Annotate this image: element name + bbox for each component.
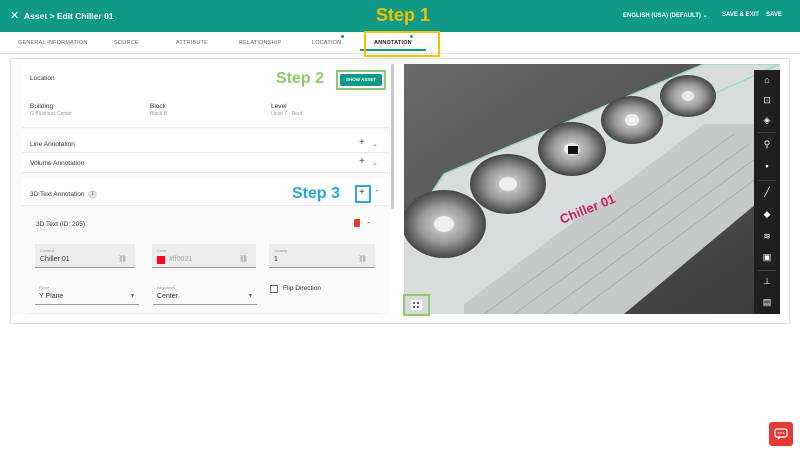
- color-field[interactable]: Color #ff0021 ⛓: [152, 244, 256, 268]
- chat-button[interactable]: [769, 422, 793, 446]
- properties-icon[interactable]: ▤: [761, 296, 773, 308]
- text3d-annotation-label: 3D Text Annotation: [30, 191, 85, 198]
- chevron-down-icon[interactable]: ⌄: [372, 140, 378, 148]
- location-card: [22, 64, 389, 128]
- dropdown-arrow-icon: ▼: [130, 293, 135, 299]
- chevron-down-icon[interactable]: ⌄: [372, 159, 378, 167]
- link-icon[interactable]: ⛓: [118, 255, 127, 263]
- alignment-value: Center: [157, 293, 179, 300]
- flip-direction-checkbox[interactable]: [270, 285, 278, 293]
- step-1-label: Step 1: [376, 5, 431, 25]
- alignment-label: Alignment: [157, 285, 175, 290]
- chat-icon: [774, 428, 788, 440]
- tab-source[interactable]: SOURCE: [114, 40, 139, 46]
- step-2-label: Step 2: [276, 70, 325, 87]
- line-annotation-label: Line Annotation: [30, 141, 75, 148]
- camera-icon[interactable]: ▪: [761, 160, 773, 172]
- link-icon[interactable]: ⛓: [239, 255, 248, 263]
- alignment-select[interactable]: Alignment Center ▼: [153, 281, 257, 305]
- hierarchy-icon[interactable]: ⊥: [761, 275, 773, 287]
- text3d-count-badge: 1: [88, 190, 97, 199]
- step-1-highlight: [364, 31, 440, 57]
- tab-relationship[interactable]: RELATIONSHIP: [239, 40, 281, 46]
- flip-direction-label: Flip Direction: [283, 285, 321, 292]
- section-icon[interactable]: ◆: [761, 208, 773, 220]
- minimap-toggle[interactable]: [403, 294, 430, 316]
- opacity-field[interactable]: Opacity 1 ⛓: [269, 244, 375, 268]
- 3d-viewer[interactable]: Chiller 01: [404, 64, 780, 314]
- text3d-item-title: 3D Text (ID: 205): [36, 221, 86, 228]
- tab-general-information[interactable]: GENERAL INFORMATION: [18, 40, 88, 46]
- opacity-value: 1: [274, 256, 278, 263]
- step-2-highlight: [336, 70, 386, 90]
- level-value: Level 7 - Roof: [271, 111, 303, 117]
- add-volume-annotation-icon[interactable]: +: [359, 156, 365, 167]
- close-icon[interactable]: ✕: [10, 9, 19, 22]
- toolbar-divider: [758, 180, 776, 181]
- walk-mode-icon[interactable]: ⚲: [761, 138, 773, 150]
- fit-view-icon[interactable]: ⊡: [761, 94, 773, 106]
- home-icon[interactable]: ⌂: [761, 74, 773, 86]
- model-icon[interactable]: ▣: [761, 251, 773, 263]
- page-title: Asset > Edit Chiller 01: [24, 11, 114, 21]
- viewer-toolbar: ⌂ ⊡ ◈ ⚲ ▪ ╱ ◆ ≋ ▣ ⊥ ▤: [754, 70, 780, 314]
- color-swatch[interactable]: [157, 256, 165, 264]
- location-tab-dot: [341, 35, 344, 38]
- content-value: Chiller 01: [40, 256, 70, 263]
- block-label: Block: [150, 103, 166, 110]
- plane-select[interactable]: Plane Y Plane ▼: [35, 281, 139, 305]
- add-line-annotation-icon[interactable]: +: [359, 137, 365, 148]
- chevron-up-icon[interactable]: ⌃: [374, 189, 380, 197]
- tab-attribute[interactable]: ATTRIBUTE: [176, 40, 208, 46]
- layers-icon[interactable]: ≋: [761, 230, 773, 242]
- toolbar-divider: [758, 270, 776, 271]
- save-button[interactable]: SAVE: [766, 12, 782, 18]
- content-field[interactable]: Content Chiller 01 ⛓: [35, 244, 135, 268]
- opacity-label: Opacity: [274, 248, 288, 253]
- measure-icon[interactable]: ╱: [761, 186, 773, 198]
- building-value: G Business Center: [30, 111, 72, 117]
- building-icon: [411, 300, 422, 310]
- delete-icon[interactable]: [354, 219, 360, 227]
- block-value: Block B: [150, 111, 167, 117]
- save-exit-button[interactable]: SAVE & EXIT: [722, 12, 759, 18]
- scrollbar[interactable]: [391, 64, 394, 209]
- toolbar-divider: [758, 132, 776, 133]
- language-selector[interactable]: ENGLISH (USA) (DEFAULT) ⌄: [623, 12, 708, 19]
- building-label: Building: [30, 103, 54, 110]
- plane-value: Y Plane: [39, 293, 64, 300]
- color-value: #ff0021: [169, 256, 193, 263]
- dropdown-arrow-icon: ▼: [248, 293, 253, 299]
- color-label: Color: [157, 248, 167, 253]
- content-label: Content: [40, 248, 55, 253]
- chevron-up-icon[interactable]: ⌃: [366, 221, 372, 229]
- render-mode-icon[interactable]: ◈: [761, 114, 773, 126]
- language-label: ENGLISH (USA) (DEFAULT): [623, 13, 701, 19]
- line-annotation-row[interactable]: [22, 134, 389, 153]
- annotation-marker-icon: [568, 146, 578, 154]
- step-3-highlight: [355, 185, 371, 203]
- chiller-scene: Chiller 01: [404, 64, 780, 314]
- plane-label: Plane: [39, 285, 50, 290]
- tab-location[interactable]: LOCATION: [312, 40, 341, 46]
- link-icon[interactable]: ⛓: [358, 255, 367, 263]
- location-title: Location: [30, 75, 55, 82]
- chevron-down-icon: ⌄: [702, 13, 708, 19]
- step-3-label: Step 3: [292, 185, 341, 202]
- volume-annotation-label: Volume Annotation: [30, 160, 85, 167]
- level-label: Level: [271, 103, 287, 110]
